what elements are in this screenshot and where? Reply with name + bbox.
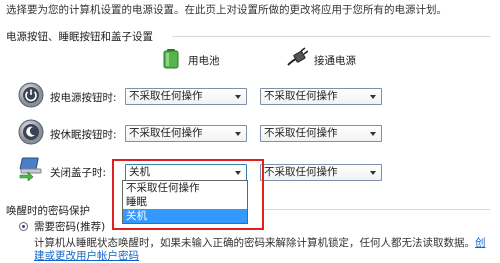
chevron-down-icon — [235, 95, 241, 99]
power-button-battery-value: 不采取任何操作 — [129, 90, 203, 102]
chevron-down-icon — [370, 95, 376, 99]
dropdown-option-sleep[interactable]: 睡眠 — [123, 195, 247, 209]
chevron-down-icon — [235, 171, 241, 175]
battery-column-label: 用电池 — [188, 55, 220, 67]
power-button-plugged-value: 不采取任何操作 — [264, 90, 338, 102]
require-password-radio[interactable] — [19, 222, 28, 231]
power-button-label: 按电源按钮时: — [50, 92, 117, 104]
lid-close-label: 关闭盖子时: — [50, 167, 107, 179]
sleep-button-icon — [18, 119, 44, 145]
battery-icon — [163, 49, 179, 69]
require-password-label: 需要密码(推荐) — [34, 221, 106, 233]
chevron-down-icon — [235, 132, 241, 136]
chevron-down-icon — [370, 132, 376, 136]
sleep-button-battery-value: 不采取任何操作 — [129, 127, 203, 139]
lid-close-battery-value: 关机 — [129, 166, 150, 178]
sleep-button-battery-select[interactable]: 不采取任何操作 — [125, 125, 247, 142]
sleep-button-label: 按休眠按钮时: — [50, 129, 117, 141]
create-password-link[interactable]: 建或更改用户帐户密码 — [34, 250, 139, 262]
power-plug-icon — [287, 47, 308, 66]
plugged-in-column-label: 接通电源 — [314, 55, 356, 67]
section-divider — [264, 209, 490, 210]
power-button-icon — [18, 82, 44, 108]
dropdown-option-do-nothing[interactable]: 不采取任何操作 — [123, 181, 247, 195]
sleep-button-plugged-value: 不采取任何操作 — [264, 127, 338, 139]
intro-text: 选择要为您的计算机设置的电源设置。在此页上对设置所做的更改将应用于您所有的电源计… — [6, 4, 447, 16]
power-button-battery-select[interactable]: 不采取任何操作 — [125, 88, 247, 105]
laptop-lid-icon — [19, 157, 42, 181]
sleep-button-plugged-select[interactable]: 不采取任何操作 — [260, 125, 382, 142]
lid-close-plugged-select[interactable]: 不采取任何操作 — [260, 164, 382, 181]
lid-close-battery-select[interactable]: 关机 — [125, 164, 247, 181]
create-password-link-start[interactable]: 创 — [475, 237, 486, 249]
power-button-plugged-select[interactable]: 不采取任何操作 — [260, 88, 382, 105]
section-divider — [172, 36, 490, 37]
dropdown-option-shutdown[interactable]: 关机 — [123, 209, 247, 223]
section-title-buttons: 电源按钮、睡眠按钮和盖子设置 — [6, 31, 153, 43]
lid-close-dropdown-list: 不采取任何操作 睡眠 关机 — [122, 180, 248, 224]
lid-close-plugged-value: 不采取任何操作 — [264, 166, 338, 178]
chevron-down-icon — [370, 171, 376, 175]
section-title-password: 唤醒时的密码保护 — [6, 205, 90, 217]
